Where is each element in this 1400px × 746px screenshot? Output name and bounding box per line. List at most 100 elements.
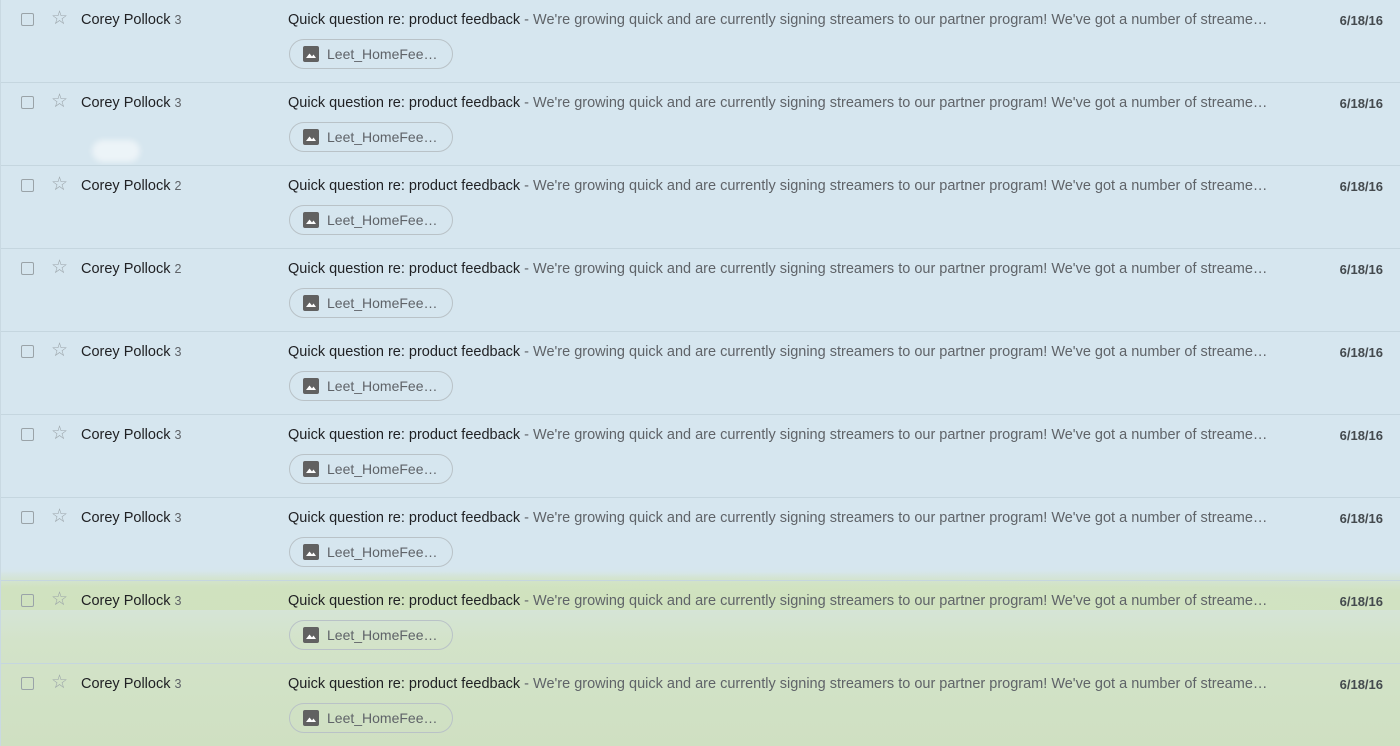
checkbox-icon[interactable] xyxy=(21,13,34,26)
separator: - xyxy=(520,427,534,443)
star-icon[interactable]: ☆ xyxy=(51,175,68,194)
thread-count: 3 xyxy=(174,345,182,359)
attachment-chip[interactable]: Leet_HomeFee… xyxy=(289,703,453,733)
thread-count: 3 xyxy=(174,96,182,110)
subject: Quick question re: product feedback xyxy=(288,95,521,111)
star-icon[interactable]: ☆ xyxy=(51,424,68,443)
subject-line: Quick question re: product feedback - We… xyxy=(288,178,1288,194)
image-icon xyxy=(303,129,319,145)
star-icon[interactable]: ☆ xyxy=(51,507,68,526)
snippet: We're growing quick and are currently si… xyxy=(533,510,1268,526)
thread-count: 3 xyxy=(174,594,182,608)
email-row[interactable]: ☆ Corey Pollock 2 Quick question re: prod… xyxy=(1,249,1400,332)
subject: Quick question re: product feedback xyxy=(288,427,521,443)
sender-name: Corey Pollock xyxy=(81,676,171,692)
email-row[interactable]: ☆ Corey Pollock 2 Quick question re: prod… xyxy=(1,166,1400,249)
subject: Quick question re: product feedback xyxy=(288,178,521,194)
image-icon xyxy=(303,627,319,643)
sender-name: Corey Pollock xyxy=(81,12,171,28)
thread-count: 3 xyxy=(174,428,182,442)
checkbox-icon[interactable] xyxy=(21,428,34,441)
image-icon xyxy=(303,295,319,311)
email-row[interactable]: ☆ Corey Pollock 3 Quick question re: prod… xyxy=(1,664,1400,746)
snippet: We're growing quick and are currently si… xyxy=(533,12,1268,28)
snippet: We're growing quick and are currently si… xyxy=(533,593,1268,609)
date: 6/18/16 xyxy=(1339,179,1383,194)
email-row[interactable]: ☆ Corey Pollock 3 Quick question re: prod… xyxy=(1,332,1400,415)
checkbox-icon[interactable] xyxy=(21,594,34,607)
subject: Quick question re: product feedback xyxy=(288,510,521,526)
star-icon[interactable]: ☆ xyxy=(51,341,68,360)
image-icon xyxy=(303,461,319,477)
image-icon xyxy=(303,544,319,560)
attachment-name: Leet_HomeFee… xyxy=(327,295,438,311)
attachment-chip[interactable]: Leet_HomeFee… xyxy=(289,205,453,235)
sender: Corey Pollock 3 xyxy=(81,344,181,360)
sender-name: Corey Pollock xyxy=(81,95,171,111)
subject: Quick question re: product feedback xyxy=(288,593,521,609)
date: 6/18/16 xyxy=(1339,345,1383,360)
date: 6/18/16 xyxy=(1339,96,1383,111)
star-icon[interactable]: ☆ xyxy=(51,590,68,609)
checkbox-icon[interactable] xyxy=(21,96,34,109)
email-row[interactable]: ☆ Corey Pollock 3 Quick question re: prod… xyxy=(1,498,1400,581)
star-icon[interactable]: ☆ xyxy=(51,9,68,28)
subject-line: Quick question re: product feedback - We… xyxy=(288,95,1288,111)
separator: - xyxy=(520,12,534,28)
subject-line: Quick question re: product feedback - We… xyxy=(288,427,1288,443)
date: 6/18/16 xyxy=(1339,677,1383,692)
thread-count: 3 xyxy=(174,511,182,525)
sender-name: Corey Pollock xyxy=(81,593,171,609)
email-list: ☆ Corey Pollock 3 Quick question re: prod… xyxy=(0,0,1400,746)
attachment-name: Leet_HomeFee… xyxy=(327,710,438,726)
attachment-chip[interactable]: Leet_HomeFee… xyxy=(289,122,453,152)
subject: Quick question re: product feedback xyxy=(288,261,521,277)
subject-line: Quick question re: product feedback - We… xyxy=(288,510,1288,526)
attachment-name: Leet_HomeFee… xyxy=(327,46,438,62)
separator: - xyxy=(520,178,534,194)
checkbox-icon[interactable] xyxy=(21,511,34,524)
image-icon xyxy=(303,212,319,228)
separator: - xyxy=(520,593,534,609)
email-row[interactable]: ☆ Corey Pollock 3 Quick question re: prod… xyxy=(1,83,1400,166)
attachment-name: Leet_HomeFee… xyxy=(327,544,438,560)
email-row[interactable]: ☆ Corey Pollock 3 Quick question re: prod… xyxy=(1,415,1400,498)
sender-name: Corey Pollock xyxy=(81,178,171,194)
date: 6/18/16 xyxy=(1339,594,1383,609)
sender: Corey Pollock 3 xyxy=(81,427,181,443)
attachment-chip[interactable]: Leet_HomeFee… xyxy=(289,620,453,650)
attachment-chip[interactable]: Leet_HomeFee… xyxy=(289,454,453,484)
date: 6/18/16 xyxy=(1339,511,1383,526)
image-icon xyxy=(303,710,319,726)
star-icon[interactable]: ☆ xyxy=(51,258,68,277)
snippet: We're growing quick and are currently si… xyxy=(533,427,1268,443)
subject: Quick question re: product feedback xyxy=(288,676,521,692)
attachment-chip[interactable]: Leet_HomeFee… xyxy=(289,39,453,69)
thread-count: 2 xyxy=(174,262,182,276)
separator: - xyxy=(520,344,534,360)
snippet: We're growing quick and are currently si… xyxy=(533,261,1268,277)
checkbox-icon[interactable] xyxy=(21,677,34,690)
email-row[interactable]: ☆ Corey Pollock 3 Quick question re: prod… xyxy=(1,581,1400,664)
checkbox-icon[interactable] xyxy=(21,262,34,275)
attachment-chip[interactable]: Leet_HomeFee… xyxy=(289,537,453,567)
separator: - xyxy=(520,261,534,277)
attachment-name: Leet_HomeFee… xyxy=(327,129,438,145)
subject: Quick question re: product feedback xyxy=(288,344,521,360)
star-icon[interactable]: ☆ xyxy=(51,92,68,111)
sender-name: Corey Pollock xyxy=(81,510,171,526)
sender: Corey Pollock 3 xyxy=(81,12,181,28)
thread-count: 3 xyxy=(174,677,182,691)
date: 6/18/16 xyxy=(1339,13,1383,28)
attachment-chip[interactable]: Leet_HomeFee… xyxy=(289,288,453,318)
subject-line: Quick question re: product feedback - We… xyxy=(288,676,1288,692)
image-icon xyxy=(303,46,319,62)
checkbox-icon[interactable] xyxy=(21,179,34,192)
email-row[interactable]: ☆ Corey Pollock 3 Quick question re: prod… xyxy=(1,0,1400,83)
checkbox-icon[interactable] xyxy=(21,345,34,358)
attachment-name: Leet_HomeFee… xyxy=(327,627,438,643)
sender: Corey Pollock 2 xyxy=(81,261,181,277)
star-icon[interactable]: ☆ xyxy=(51,673,68,692)
sender: Corey Pollock 3 xyxy=(81,95,181,111)
attachment-chip[interactable]: Leet_HomeFee… xyxy=(289,371,453,401)
